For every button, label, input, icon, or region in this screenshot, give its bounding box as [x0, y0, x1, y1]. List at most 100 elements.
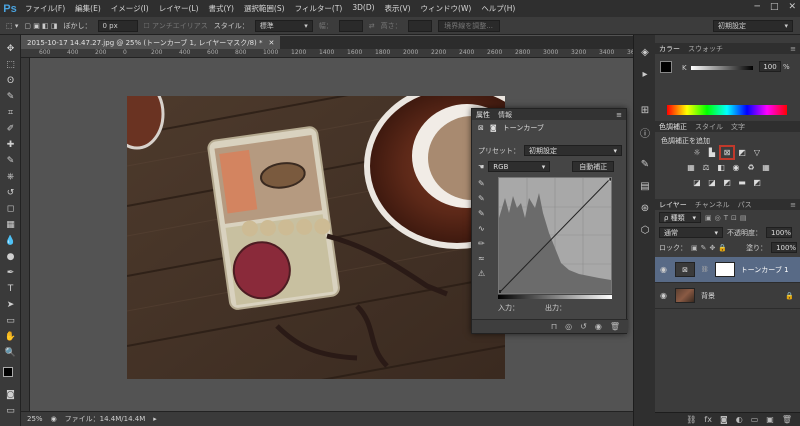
visibility-icon[interactable]: ◉ [595, 322, 602, 331]
menu-item[interactable]: イメージ(I) [106, 3, 154, 14]
add-mask-icon[interactable]: ◙ [720, 415, 728, 424]
channel-select[interactable]: RGB ▾ [488, 161, 551, 172]
brightness-icon[interactable]: ☼ [691, 147, 703, 158]
target-adjust-icon[interactable]: ☚ [478, 163, 484, 171]
close-button[interactable]: ✕ [788, 2, 796, 12]
tab-type[interactable]: 文字 [731, 122, 745, 132]
menu-item[interactable]: ファイル(F) [20, 3, 70, 14]
menu-item[interactable]: ヘルプ(H) [476, 3, 520, 14]
screen-mode-icon[interactable]: ▭ [0, 403, 21, 419]
layer-name[interactable]: トーンカーブ 1 [741, 265, 789, 275]
eye-icon[interactable]: ◉ [660, 291, 669, 300]
tab-channels[interactable]: チャンネル [695, 200, 730, 210]
new-layer-icon[interactable]: ▣ [766, 415, 774, 424]
spot-heal-tool-icon[interactable]: ✚ [0, 137, 21, 153]
hue-saturation-icon[interactable]: ▦ [685, 162, 697, 173]
type-tool-icon[interactable]: T [0, 281, 21, 297]
blur-tool-icon[interactable]: 💧 [0, 233, 21, 249]
color-spectrum[interactable] [667, 105, 787, 115]
swap-icon[interactable]: ⇄ [369, 22, 375, 30]
delete-layer-icon[interactable]: 🗑 [782, 415, 792, 424]
marquee-tool-icon[interactable]: ⬚ [0, 57, 21, 73]
quick-select-tool-icon[interactable]: ✎ [0, 89, 21, 105]
style-select[interactable]: 標準 ▾ [254, 19, 313, 32]
history-icon[interactable]: ◈ [634, 41, 656, 63]
black-white-icon[interactable]: ◧ [715, 162, 727, 173]
eyedropper-tool-icon[interactable]: ✐ [0, 121, 21, 137]
eyedropper-gray-icon[interactable]: ✎ [478, 194, 485, 203]
refine-edge-button[interactable]: 境界線を調整... [437, 19, 500, 32]
clipping-icon[interactable]: ⚠ [478, 269, 485, 278]
shape-tool-icon[interactable]: ▭ [0, 313, 21, 329]
tab-color[interactable]: カラー [659, 44, 680, 54]
photo-filter-icon[interactable]: ◉ [730, 162, 742, 173]
curve-edit-icon[interactable]: ∿ [478, 224, 485, 233]
crop-tool-icon[interactable]: ⌗ [0, 105, 21, 121]
properties-icon[interactable]: ⊞ [634, 99, 656, 121]
blend-mode-select[interactable]: 通常 ▾ [659, 227, 723, 238]
selection-mode-icons[interactable]: ▢ ▣ ◧ ◨ [24, 22, 57, 30]
channel-mixer-icon[interactable]: ♻ [745, 162, 757, 173]
status-zoom[interactable]: 25% [27, 415, 43, 423]
gradient-map-icon[interactable]: ▬ [736, 177, 748, 188]
layer-row-curves[interactable]: ◉ ⊠ ⛓ トーンカーブ 1 [655, 257, 800, 283]
curve-graph[interactable] [497, 176, 614, 294]
tab-properties[interactable]: 属性 [476, 110, 490, 120]
new-group-icon[interactable]: ▭ [751, 415, 759, 424]
smooth-icon[interactable]: ≈ [478, 254, 485, 263]
view-previous-icon[interactable]: ◎ [565, 322, 572, 331]
fx-icon[interactable]: fx [704, 415, 712, 424]
pen-tool-icon[interactable]: ✒ [0, 265, 21, 281]
menu-item[interactable]: 編集(E) [70, 3, 106, 14]
height-input[interactable] [407, 19, 432, 32]
zoom-tool-icon[interactable]: 🔍 [0, 345, 21, 361]
document-canvas[interactable] [127, 96, 505, 379]
opacity-input[interactable]: 100% [766, 227, 792, 238]
tab-swatches[interactable]: スウォッチ [688, 44, 723, 54]
preset-select[interactable]: 初期設定 ▾ [524, 145, 622, 156]
tab-adjustments[interactable]: 色調補正 [659, 122, 687, 132]
layer-row-background[interactable]: ◉ 背景 🔒 [655, 283, 800, 309]
posterize-icon[interactable]: ◪ [706, 177, 718, 188]
actions-icon[interactable]: ▸ [634, 63, 656, 85]
clone-stamp-tool-icon[interactable]: ⎈ [0, 169, 21, 185]
k-slider[interactable] [691, 66, 753, 70]
clip-to-layer-icon[interactable]: ⊓ [551, 322, 557, 331]
auto-button[interactable]: 自動補正 [572, 161, 615, 172]
maximize-button[interactable]: □ [770, 2, 779, 12]
color-lookup-icon[interactable]: ▦ [760, 162, 772, 173]
fill-input[interactable]: 100% [771, 242, 798, 253]
menu-item[interactable]: レイヤー(L) [154, 3, 204, 14]
workspace-select[interactable]: 初期設定 ▾ [713, 19, 793, 32]
lock-icons[interactable]: ▣✎✥🔒 [691, 244, 730, 252]
levels-icon[interactable]: ▙ [706, 147, 718, 158]
curves-icon[interactable]: ⊠ [478, 124, 484, 132]
antialias-checkbox[interactable]: ☐ アンチエイリアス [144, 21, 208, 31]
eyedropper-white-icon[interactable]: ✎ [478, 209, 485, 218]
tab-styles[interactable]: スタイル [695, 122, 723, 132]
menu-item[interactable]: 書式(Y) [204, 3, 239, 14]
reset-icon[interactable]: ↺ [580, 322, 587, 331]
pencil-icon[interactable]: ✏ [478, 239, 485, 248]
layer-mask-thumbnail[interactable] [714, 262, 735, 277]
color-balance-icon[interactable]: ⚖ [700, 162, 712, 173]
brush-icon[interactable]: ✎ [634, 153, 656, 175]
mask-icon[interactable]: ◙ [490, 124, 497, 132]
brush-tool-icon[interactable]: ✎ [0, 153, 21, 169]
new-adjustment-icon[interactable]: ◐ [736, 415, 743, 424]
close-tab-icon[interactable]: ✕ [269, 39, 275, 47]
menu-item[interactable]: 表示(V) [380, 3, 416, 14]
link-layers-icon[interactable]: ⛓ [686, 415, 696, 424]
move-tool-icon[interactable]: ✥ [0, 41, 21, 57]
threshold-icon[interactable]: ◩ [721, 177, 733, 188]
quick-mask-icon[interactable]: ◙ [0, 387, 21, 403]
foreground-color-swatch[interactable] [3, 367, 13, 377]
hand-tool-icon[interactable]: ✋ [0, 329, 21, 345]
status-arrow-icon[interactable]: ▸ [153, 415, 157, 423]
trash-icon[interactable]: 🗑 [610, 322, 620, 331]
history-brush-tool-icon[interactable]: ↺ [0, 185, 21, 201]
layer-filter-select[interactable]: ρ 種類 ▾ [659, 212, 701, 223]
minimize-button[interactable]: ─ [755, 2, 760, 12]
feather-input[interactable]: 0 px [97, 19, 138, 32]
menu-item[interactable]: フィルター(T) [290, 3, 348, 14]
